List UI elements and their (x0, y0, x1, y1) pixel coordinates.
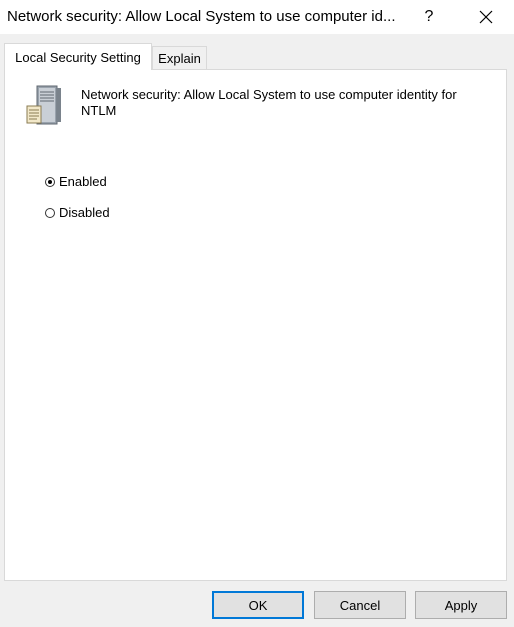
cancel-label: Cancel (339, 597, 381, 613)
help-button[interactable]: ? (412, 0, 446, 34)
window-title: Network security: Allow Local System to … (7, 8, 396, 25)
radio-button-checked[interactable] (45, 176, 55, 187)
tab-explain[interactable]: Explain (152, 46, 207, 70)
ok-label: OK (248, 597, 268, 613)
server-icon (26, 85, 61, 125)
radio-disabled[interactable]: Disabled (45, 205, 110, 220)
tab-label: Explain (158, 51, 201, 66)
tab-local-security-setting[interactable]: Local Security Setting (4, 43, 152, 70)
title-bar: Network security: Allow Local System to … (0, 0, 514, 34)
radio-enabled[interactable]: Enabled (45, 174, 107, 189)
tab-label: Local Security Setting (15, 49, 141, 65)
close-icon (479, 10, 493, 24)
help-label: ? (424, 8, 434, 25)
ok-button[interactable]: OK (212, 591, 304, 619)
radio-button[interactable] (45, 207, 55, 218)
cancel-button[interactable]: Cancel (314, 591, 406, 619)
policy-title: Network security: Allow Local System to … (81, 87, 457, 118)
apply-label: Apply (444, 597, 478, 613)
radio-label: Enabled (59, 174, 107, 189)
apply-button[interactable]: Apply (415, 591, 507, 619)
close-button[interactable] (468, 0, 504, 34)
settings-panel: Network security: Allow Local System to … (4, 69, 507, 581)
radio-label: Disabled (59, 205, 110, 220)
